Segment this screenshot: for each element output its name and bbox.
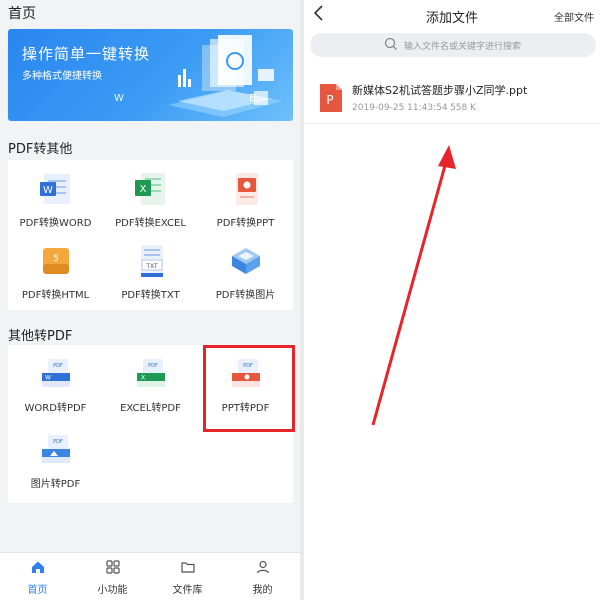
svg-text:PDF: PDF [53, 439, 63, 445]
tab-mine[interactable]: 我的 [225, 559, 300, 596]
highlight-box [203, 345, 295, 432]
pdf-to-txt-item[interactable]: TXT PDF转换TXT [103, 244, 198, 301]
excel-doc-icon: X [134, 173, 165, 205]
section-title-pdf-to-other: PDF转其他 [8, 142, 73, 157]
svg-text:PDF: PDF [53, 363, 63, 369]
home-icon [31, 561, 44, 573]
promo-banner[interactable]: 操作简单一键转换 多种格式便捷转换 W E [8, 29, 293, 121]
image-to-pdf-icon: PDF [41, 435, 70, 463]
pdf-to-html-item[interactable]: 5 PDF转换HTML [8, 244, 103, 301]
add-file-screen: 添加文件 全部文件 输入文件名或关键字进行搜索 P 新媒体S2机试答题步骤小Z同… [300, 0, 600, 600]
tab-home[interactable]: 首页 [0, 559, 75, 596]
file-size: 558 K [450, 103, 476, 113]
file-list-item[interactable]: P 新媒体S2机试答题步骤小Z同学.ppt 2019-09-25 11:43:5… [304, 72, 600, 124]
file-name: 新媒体S2机试答题步骤小Z同学.ppt [352, 84, 528, 97]
tab-tools[interactable]: 小功能 [75, 559, 150, 596]
svg-text:5: 5 [53, 254, 59, 264]
svg-text:W: W [43, 185, 53, 196]
grid-item-label: EXCEL转PDF [120, 403, 181, 414]
search-input[interactable]: 输入文件名或关键字进行搜索 [310, 33, 596, 57]
grid-item-label: PDF转换HTML [21, 290, 90, 301]
html-doc-icon: 5 [42, 248, 69, 274]
home-screen: 首页 操作简单一键转换 多种格式便捷转换 W E PDF转其他 W PDF转换W… [0, 0, 300, 600]
grid-item-label: PDF转换TXT [121, 290, 180, 301]
excel-to-pdf-icon: PDF X [136, 359, 165, 387]
banner-subtitle: 多种格式便捷转换 [22, 71, 102, 82]
all-files-button[interactable]: 全部文件 [554, 9, 594, 24]
grid-item-label: WORD转PDF [24, 403, 87, 414]
banner-illustration [168, 35, 283, 117]
pdf-to-excel-item[interactable]: X PDF转换EXCEL [103, 172, 198, 229]
tab-label: 我的 [252, 585, 273, 596]
txt-doc-icon: TXT [140, 245, 163, 277]
folder-icon [180, 562, 195, 573]
search-placeholder: 输入文件名或关键字进行搜索 [404, 42, 522, 52]
tab-label: 文件库 [172, 585, 203, 596]
pdf-to-word-item[interactable]: W PDF转换WORD [8, 172, 103, 229]
excel-to-pdf-item[interactable]: PDF X EXCEL转PDF [103, 357, 198, 414]
pdf-to-ppt-item[interactable]: PDF转换PPT [198, 172, 293, 229]
grid-item-label: 图片转PDF [30, 479, 81, 490]
tab-label: 首页 [27, 585, 48, 596]
pdf-to-image-item[interactable]: PDF转换图片 [198, 244, 293, 301]
grid-item-label: PDF转换WORD [19, 218, 92, 229]
svg-text:P: P [326, 93, 333, 107]
word-to-pdf-item[interactable]: PDF W WORD转PDF [8, 357, 103, 414]
svg-text:W: W [45, 375, 51, 382]
ppt-doc-icon [235, 173, 258, 205]
user-icon [256, 560, 269, 574]
page-title: 首页 [8, 6, 36, 22]
grid-item-label: PDF转换图片 [215, 290, 276, 301]
pdf-to-other-card: W PDF转换WORD X PDF转换EXCEL PDF转换PPT 5 PDF转… [8, 160, 293, 310]
section-title-other-to-pdf: 其他转PDF [8, 329, 73, 344]
tab-library[interactable]: 文件库 [150, 559, 225, 596]
svg-text:PDF: PDF [148, 363, 158, 369]
banner-title: 操作简单一键转换 [22, 45, 151, 63]
tab-label: 小功能 [97, 585, 128, 596]
svg-text:X: X [140, 375, 144, 382]
word-to-pdf-icon: PDF W [41, 359, 70, 387]
image-to-pdf-item[interactable]: PDF 图片转PDF [8, 433, 103, 490]
grid-item-label: PDF转换EXCEL [115, 218, 186, 229]
screenshot-root: 首页 操作简单一键转换 多种格式便捷转换 W E PDF转其他 W PDF转换W… [0, 0, 600, 600]
grid-item-label: PDF转换PPT [216, 218, 275, 229]
bottom-tab-bar: 首页 小功能 文件库 我的 [0, 552, 300, 600]
file-date: 2019-09-25 11:43:54 [352, 103, 448, 113]
word-doc-icon: W [39, 174, 70, 204]
svg-text:X: X [139, 184, 146, 195]
image-doc-icon [231, 248, 260, 274]
banner-excel-mark: E [249, 93, 256, 104]
svg-text:TXT: TXT [145, 263, 158, 270]
search-icon [384, 37, 397, 50]
banner-word-mark: W [114, 93, 124, 104]
ppt-file-icon: P [320, 84, 342, 112]
grid-icon [105, 560, 120, 574]
